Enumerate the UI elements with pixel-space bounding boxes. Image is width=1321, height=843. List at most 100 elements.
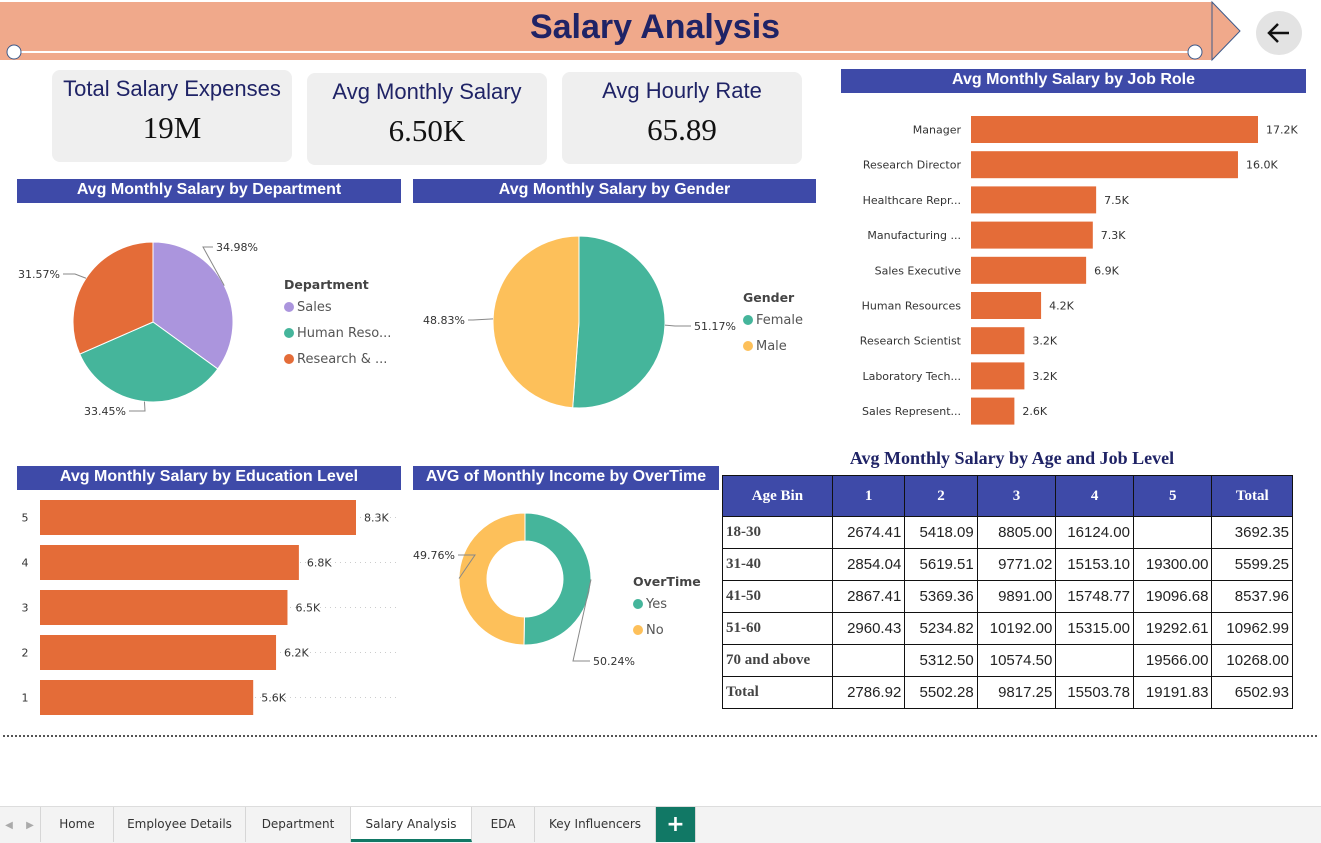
legend-marker	[743, 341, 753, 351]
table-row[interactable]: 41-50 2867.41 5369.36 9891.00 15748.77 19096.…	[722, 580, 1293, 613]
tab-salary-analysis[interactable]: Salary Analysis	[351, 807, 472, 842]
bar	[971, 256, 1087, 284]
data-label: 3.2K	[1032, 335, 1057, 348]
tab-key-influencers[interactable]: Key Influencers	[535, 807, 656, 842]
bar	[40, 590, 288, 625]
table-cell: 5234.82	[904, 612, 978, 645]
pie-slice	[458, 512, 526, 646]
column-header[interactable]: 4	[1055, 475, 1134, 517]
legend-marker	[633, 625, 643, 635]
table-cell: 2674.41	[831, 516, 906, 549]
kpi-value: 6.50K	[388, 113, 466, 148]
table-cell: 9771.02	[976, 548, 1057, 581]
overtime-donut-chart[interactable]: 50.24% 49.76% OverTime Yes No	[413, 492, 719, 724]
data-label: 34.98%	[216, 241, 258, 254]
leader-line	[63, 273, 87, 279]
legend-marker	[284, 302, 294, 312]
tab-department[interactable]: Department	[246, 807, 351, 842]
bar	[971, 327, 1025, 355]
column-header[interactable]: Age Bin	[722, 475, 833, 517]
table-cell: 15503.78	[1055, 676, 1134, 709]
bar	[971, 116, 1258, 143]
kpi-label: Avg Hourly Rate	[602, 78, 762, 103]
bar	[971, 292, 1042, 319]
data-label: 6.5K	[295, 602, 320, 615]
data-label: 49.76%	[413, 549, 455, 562]
category-label: Healthcare Repr...	[863, 194, 961, 207]
gender-pie-chart[interactable]: 51.17% 48.83% Gender Female Male	[413, 205, 816, 425]
page-tabs-bar: ◀ ▶ Home Employee Details Department Sal…	[0, 806, 1321, 843]
bar	[40, 545, 299, 580]
arrow-left-icon	[1267, 23, 1289, 43]
column-header[interactable]: 2	[904, 475, 978, 517]
table-cell: 8537.96	[1211, 580, 1293, 613]
table-cell: 19096.68	[1132, 580, 1213, 613]
jobrole-chart-title: Avg Monthly Salary by Job Role	[841, 69, 1306, 93]
bar	[40, 500, 356, 535]
data-label: 2.6K	[1022, 405, 1047, 418]
category-label: Research Scientist	[860, 335, 962, 348]
data-label: 6.2K	[284, 647, 309, 660]
table-cell: 5502.28	[904, 676, 978, 709]
table-cell: 19191.83	[1132, 676, 1213, 709]
category-label: 2	[22, 647, 29, 660]
table-cell: 5418.09	[904, 516, 978, 549]
column-header[interactable]: 3	[976, 475, 1057, 517]
table-row[interactable]: 31-40 2854.04 5619.51 9771.02 15153.10 19300.…	[722, 548, 1293, 581]
kpi-avg-monthly-card: Avg Monthly Salary 6.50K	[307, 73, 547, 165]
table-cell: 10574.50	[976, 644, 1057, 677]
tab-prev-button[interactable]: ◀	[0, 807, 18, 842]
row-label: 51-60	[722, 612, 833, 645]
table-cell: 9891.00	[976, 580, 1057, 613]
row-label: 18-30	[722, 516, 833, 549]
tab-next-button[interactable]: ▶	[20, 807, 41, 842]
data-label: 3.2K	[1032, 370, 1057, 383]
data-label: 4.2K	[1049, 300, 1074, 313]
column-header[interactable]: 1	[831, 475, 906, 517]
table-row[interactable]: 18-30 2674.41 5418.09 8805.00 16124.00 3692.3…	[722, 516, 1293, 549]
table-row[interactable]: Total 2786.92 5502.28 9817.25 15503.78 19191.…	[722, 676, 1293, 709]
column-header[interactable]: Total	[1211, 475, 1293, 517]
tab-label: Department	[261, 817, 335, 831]
table-cell: 8805.00	[976, 516, 1057, 549]
leader-line	[129, 401, 146, 412]
tab-label: EDA	[490, 817, 516, 831]
data-label: 8.3K	[364, 512, 389, 525]
table-cell: 3692.35	[1211, 516, 1293, 549]
table-cell: 2960.43	[831, 612, 906, 645]
tab-label: Home	[59, 817, 95, 831]
tab-home[interactable]: Home	[41, 807, 114, 842]
kpi-label: Total Salary Expenses	[63, 76, 281, 101]
add-page-button[interactable]: +	[656, 807, 696, 842]
category-label: 3	[22, 602, 29, 615]
table-cell: 16124.00	[1055, 516, 1134, 549]
legend-title: Department	[284, 277, 369, 292]
table-row[interactable]: 51-60 2960.43 5234.82 10192.00 15315.00 19292…	[722, 612, 1293, 645]
jobrole-bar-chart[interactable]: Manager 17.2K Research Director 16.0K Health…	[841, 95, 1311, 435]
legend-item: Human Reso...	[297, 326, 391, 341]
table-cell: 2786.92	[831, 676, 906, 709]
kpi-value: 19M	[142, 110, 202, 145]
table-cell: 19292.61	[1132, 612, 1213, 645]
tab-employee-details[interactable]: Employee Details	[114, 807, 246, 842]
data-label: 33.45%	[84, 405, 126, 418]
tab-eda[interactable]: EDA	[472, 807, 535, 842]
column-header[interactable]: 5	[1132, 475, 1213, 517]
education-bar-chart[interactable]: 5 8.3K 4 6.8K 3 6.5K 2 6.2K 1 5.6K	[17, 492, 401, 724]
pie-slice	[492, 235, 580, 409]
back-button[interactable]	[1256, 11, 1302, 55]
education-chart-title: Avg Monthly Salary by Education Level	[17, 466, 401, 490]
table-cell: 9817.25	[976, 676, 1057, 709]
data-label: 7.5K	[1104, 194, 1129, 207]
table-cell: 2854.04	[831, 548, 906, 581]
department-pie-chart[interactable]: 34.98% 33.45% 31.57% Department Sales Human R…	[17, 205, 401, 425]
data-label: 51.17%	[694, 320, 736, 333]
table-row[interactable]: 70 and above 5312.50 10574.50 19566.00 10268…	[722, 644, 1293, 677]
data-label: 17.2K	[1266, 124, 1298, 137]
age-joblevel-table[interactable]: Age Bin 1 2 3 4 5 Total 18-30 2674.41 5418.09 880…	[722, 475, 1293, 709]
category-label: 4	[22, 557, 29, 570]
legend-marker	[743, 315, 753, 325]
category-label: Research Director	[863, 159, 962, 172]
row-label: Total	[722, 676, 833, 709]
legend-title: OverTime	[633, 574, 701, 589]
